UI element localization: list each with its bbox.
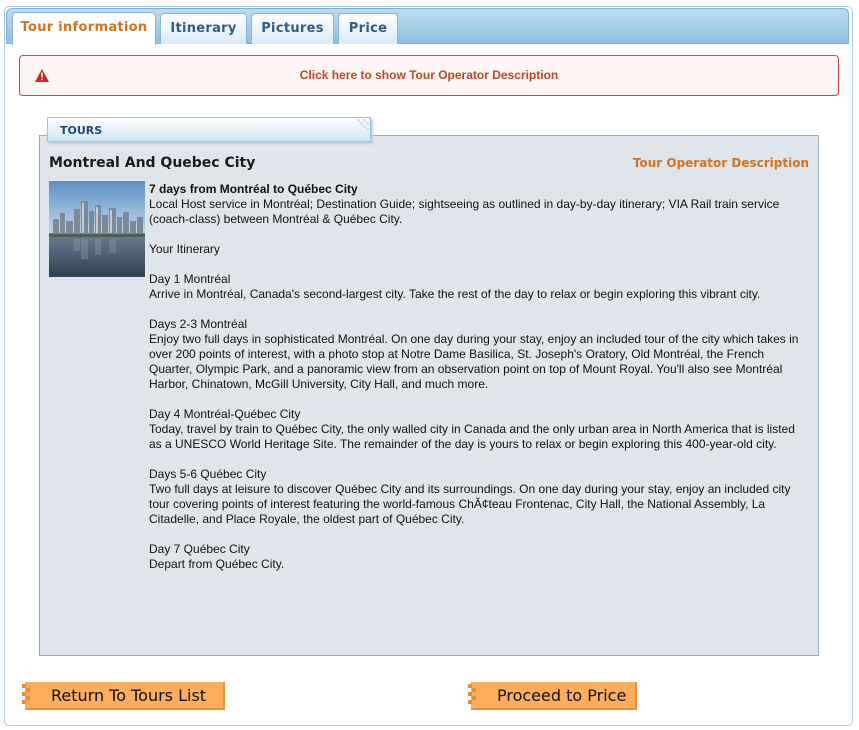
desc-line: tour covering points of interest featuri… (149, 497, 766, 511)
tours-section-label: TOURS (60, 124, 103, 137)
operator-description-alert[interactable]: Click here to show Tour Operator Descrip… (19, 55, 839, 96)
tab-price[interactable]: Price (338, 13, 398, 44)
desc-spacer (149, 452, 814, 467)
desc-line: Day 7 Québec City (149, 542, 250, 556)
desc-line: 7 days from Montréal to Québec City (149, 182, 358, 196)
desc-spacer (149, 302, 814, 317)
desc-line: Local Host service in Montréal; Destinat… (149, 197, 780, 211)
desc-line: Enjoy two full days in sophisticated Mon… (149, 332, 799, 346)
desc-line: Two full days at leisure to discover Qué… (149, 482, 791, 496)
tour-thumbnail[interactable] (49, 181, 145, 277)
desc-line: Depart from Québec City. (149, 557, 285, 571)
desc-line: Days 2-3 Montréal (149, 317, 248, 331)
desc-line: Harbor, Chinatown, McGill University, Ci… (149, 377, 489, 391)
desc-line: Your Itinerary (149, 242, 220, 256)
proceed-to-price-label: Proceed to Price (497, 686, 627, 705)
tour-description: 7 days from Montréal to Québec City Loca… (149, 182, 814, 572)
desc-line: as a UNESCO World Heritage Site. The rem… (149, 437, 777, 451)
desc-line: (coach-class) between Montréal & Québec … (149, 212, 403, 226)
desc-line: over 200 points of interest, with a phot… (149, 347, 765, 361)
tours-section-header: TOURS (47, 117, 371, 142)
montreal-skyline-image (49, 181, 145, 277)
desc-line: Days 5-6 Québec City (149, 467, 267, 481)
button-grip-icon (22, 684, 30, 704)
desc-spacer (149, 257, 814, 272)
alert-link-text[interactable]: Click here to show Tour Operator Descrip… (20, 68, 838, 82)
tab-pictures[interactable]: Pictures (251, 13, 334, 44)
tour-title: Montreal And Quebec City (49, 155, 256, 171)
proceed-to-price-button[interactable]: Proceed to Price (468, 682, 637, 710)
desc-line: Quarter, Olympic Park, and a panoramic v… (149, 362, 783, 376)
desc-spacer (149, 527, 814, 542)
tour-operator-description-link[interactable]: Tour Operator Description (633, 156, 809, 170)
desc-spacer (149, 392, 814, 407)
tab-itinerary[interactable]: Itinerary (160, 13, 247, 44)
desc-spacer (149, 227, 814, 242)
return-to-tours-button[interactable]: Return To Tours List (22, 682, 225, 710)
corner-decoration-icon (357, 119, 369, 131)
desc-line: Today, travel by train to Québec City, t… (149, 422, 795, 436)
return-to-tours-label: Return To Tours List (51, 686, 207, 705)
button-grip-icon (468, 684, 476, 704)
desc-line: Arrive in Montréal, Canada's second-larg… (149, 287, 761, 301)
desc-line: Day 4 Montréal-Québec City (149, 407, 301, 421)
tab-tour-information[interactable]: Tour information (12, 12, 156, 45)
desc-line: Citadelle, and Place Royale, the oldest … (149, 512, 465, 526)
desc-line: Day 1 Montréal (149, 272, 231, 286)
